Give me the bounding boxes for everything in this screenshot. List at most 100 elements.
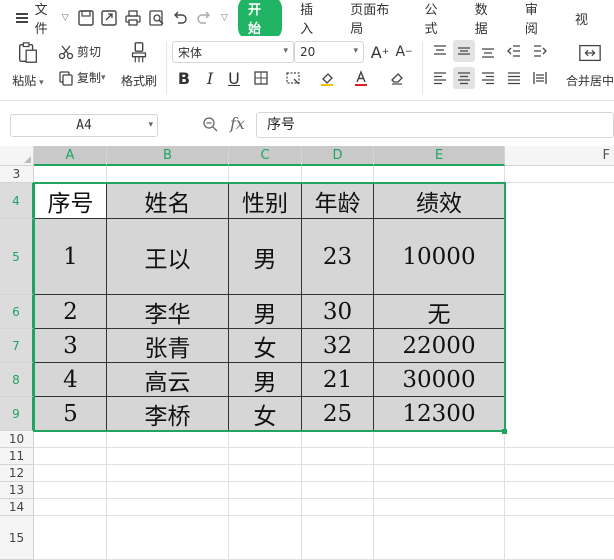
table-cell[interactable]: 22000 bbox=[374, 329, 505, 363]
italic-icon[interactable]: I bbox=[200, 67, 220, 89]
table-cell[interactable]: 男 bbox=[229, 363, 302, 397]
print-preview-icon[interactable] bbox=[147, 8, 166, 28]
tab-home[interactable]: 开始 bbox=[237, 0, 283, 40]
table-cell[interactable]: 1 bbox=[34, 219, 107, 295]
table-cell[interactable]: 30 bbox=[302, 295, 374, 329]
tab-review[interactable]: 审阅 bbox=[525, 0, 549, 37]
select-all-corner[interactable] bbox=[0, 146, 34, 166]
save-icon[interactable] bbox=[77, 8, 96, 28]
name-box[interactable]: A4 ▾ bbox=[10, 114, 158, 137]
cut-button[interactable]: 剪切 bbox=[58, 43, 101, 60]
align-middle-icon[interactable] bbox=[453, 40, 475, 62]
table-header-cell[interactable]: 绩效 bbox=[374, 183, 505, 219]
tab-data[interactable]: 数据 bbox=[475, 0, 499, 37]
border-icon[interactable] bbox=[250, 67, 272, 89]
row-header-7[interactable]: 7 bbox=[0, 329, 34, 363]
bold-icon[interactable]: B bbox=[174, 67, 194, 89]
table-cell[interactable]: 李桥 bbox=[107, 397, 229, 431]
fill-handle[interactable] bbox=[502, 429, 507, 434]
table-cell[interactable]: 12300 bbox=[374, 397, 505, 431]
row-header-8[interactable]: 8 bbox=[0, 363, 34, 397]
row-header-3[interactable]: 3 bbox=[0, 166, 34, 183]
zoom-icon[interactable] bbox=[202, 116, 218, 135]
table-cell[interactable]: 3 bbox=[34, 329, 107, 363]
table-cell[interactable]: 4 bbox=[34, 363, 107, 397]
row-header-14[interactable]: 14 bbox=[0, 499, 34, 516]
table-cell[interactable]: 王以 bbox=[107, 219, 229, 295]
table-cell[interactable]: 30000 bbox=[374, 363, 505, 397]
table-cell[interactable]: 25 bbox=[302, 397, 374, 431]
decrease-indent-icon[interactable] bbox=[503, 40, 525, 62]
table-cell[interactable]: 2 bbox=[34, 295, 107, 329]
table-cell[interactable]: 5 bbox=[34, 397, 107, 431]
row-header-11[interactable]: 11 bbox=[0, 448, 34, 465]
tab-page-layout[interactable]: 页面布局 bbox=[350, 0, 398, 37]
column-header-c[interactable]: C bbox=[229, 146, 302, 166]
redo-icon[interactable] bbox=[194, 8, 213, 28]
file-menu-caret-icon[interactable]: ▽ bbox=[62, 13, 69, 23]
merge-center-button[interactable]: 合并居中 bbox=[562, 40, 614, 89]
format-painter-button[interactable]: 格式刷 bbox=[118, 40, 160, 89]
table-cell[interactable]: 女 bbox=[229, 329, 302, 363]
increase-indent-icon[interactable] bbox=[529, 40, 551, 62]
align-left-icon[interactable] bbox=[429, 67, 451, 89]
underline-icon[interactable]: U bbox=[224, 67, 244, 89]
align-bottom-icon[interactable] bbox=[477, 40, 499, 62]
distributed-align-icon[interactable] bbox=[529, 67, 551, 89]
table-cell[interactable]: 高云 bbox=[107, 363, 229, 397]
decrease-font-icon[interactable]: A − bbox=[394, 41, 414, 63]
table-cell[interactable]: 李华 bbox=[107, 295, 229, 329]
fx-icon[interactable]: fx bbox=[230, 114, 245, 133]
fill-color-icon[interactable] bbox=[316, 67, 338, 89]
formula-input[interactable]: 序号 bbox=[256, 112, 614, 138]
table-cell[interactable]: 无 bbox=[374, 295, 505, 329]
table-cell[interactable]: 23 bbox=[302, 219, 374, 295]
table-header-cell[interactable]: 序号 bbox=[34, 183, 107, 219]
copy-button[interactable]: 复制 ▾ bbox=[58, 69, 106, 86]
print-icon[interactable] bbox=[124, 8, 143, 28]
row-header-5[interactable]: 5 bbox=[0, 219, 34, 295]
table-cell[interactable]: 张青 bbox=[107, 329, 229, 363]
font-size-select[interactable]: 20 ▾ bbox=[294, 41, 364, 63]
column-header-b[interactable]: B bbox=[107, 146, 229, 166]
paste-button[interactable]: 粘贴 ▾ bbox=[10, 40, 46, 89]
quick-access-caret-icon[interactable]: ▽ bbox=[221, 13, 228, 23]
align-center-icon[interactable] bbox=[453, 67, 475, 89]
table-cell[interactable]: 男 bbox=[229, 295, 302, 329]
column-header-f[interactable]: F bbox=[505, 146, 614, 166]
table-cell[interactable]: 21 bbox=[302, 363, 374, 397]
font-color-icon[interactable] bbox=[350, 67, 372, 89]
hamburger-menu-icon[interactable] bbox=[14, 11, 33, 25]
align-top-icon[interactable] bbox=[429, 40, 451, 62]
table-cell[interactable]: 32 bbox=[302, 329, 374, 363]
column-header-d[interactable]: D bbox=[302, 146, 374, 166]
increase-font-icon[interactable]: A + bbox=[370, 41, 390, 63]
table-cell[interactable]: 10000 bbox=[374, 219, 505, 295]
file-menu[interactable]: 文件 bbox=[35, 0, 59, 37]
table-cell[interactable]: 男 bbox=[229, 219, 302, 295]
row-header-9[interactable]: 9 bbox=[0, 397, 34, 431]
cell-style-icon[interactable] bbox=[282, 67, 304, 89]
justify-icon[interactable] bbox=[503, 67, 525, 89]
row-header-15[interactable]: 15 bbox=[0, 516, 34, 560]
tab-insert[interactable]: 插入 bbox=[300, 0, 324, 37]
clear-format-icon[interactable] bbox=[386, 67, 408, 89]
table-header-cell[interactable]: 性别 bbox=[229, 183, 302, 219]
font-name-select[interactable]: 宋体 ▾ bbox=[172, 41, 294, 63]
tab-formulas[interactable]: 公式 bbox=[425, 0, 449, 37]
cut-label: 剪切 bbox=[77, 45, 102, 59]
column-header-e[interactable]: E bbox=[374, 146, 505, 166]
export-icon[interactable] bbox=[100, 8, 119, 28]
undo-icon[interactable] bbox=[171, 8, 190, 28]
align-right-icon[interactable] bbox=[477, 67, 499, 89]
row-header-6[interactable]: 6 bbox=[0, 295, 34, 329]
table-header-cell[interactable]: 年龄 bbox=[302, 183, 374, 219]
row-header-10[interactable]: 10 bbox=[0, 431, 34, 448]
tab-view[interactable]: 视 bbox=[575, 9, 588, 28]
row-header-4[interactable]: 4 bbox=[0, 183, 34, 219]
table-header-cell[interactable]: 姓名 bbox=[107, 183, 229, 219]
column-header-a[interactable]: A bbox=[34, 146, 107, 166]
table-cell[interactable]: 女 bbox=[229, 397, 302, 431]
row-header-13[interactable]: 13 bbox=[0, 482, 34, 499]
row-header-12[interactable]: 12 bbox=[0, 465, 34, 482]
